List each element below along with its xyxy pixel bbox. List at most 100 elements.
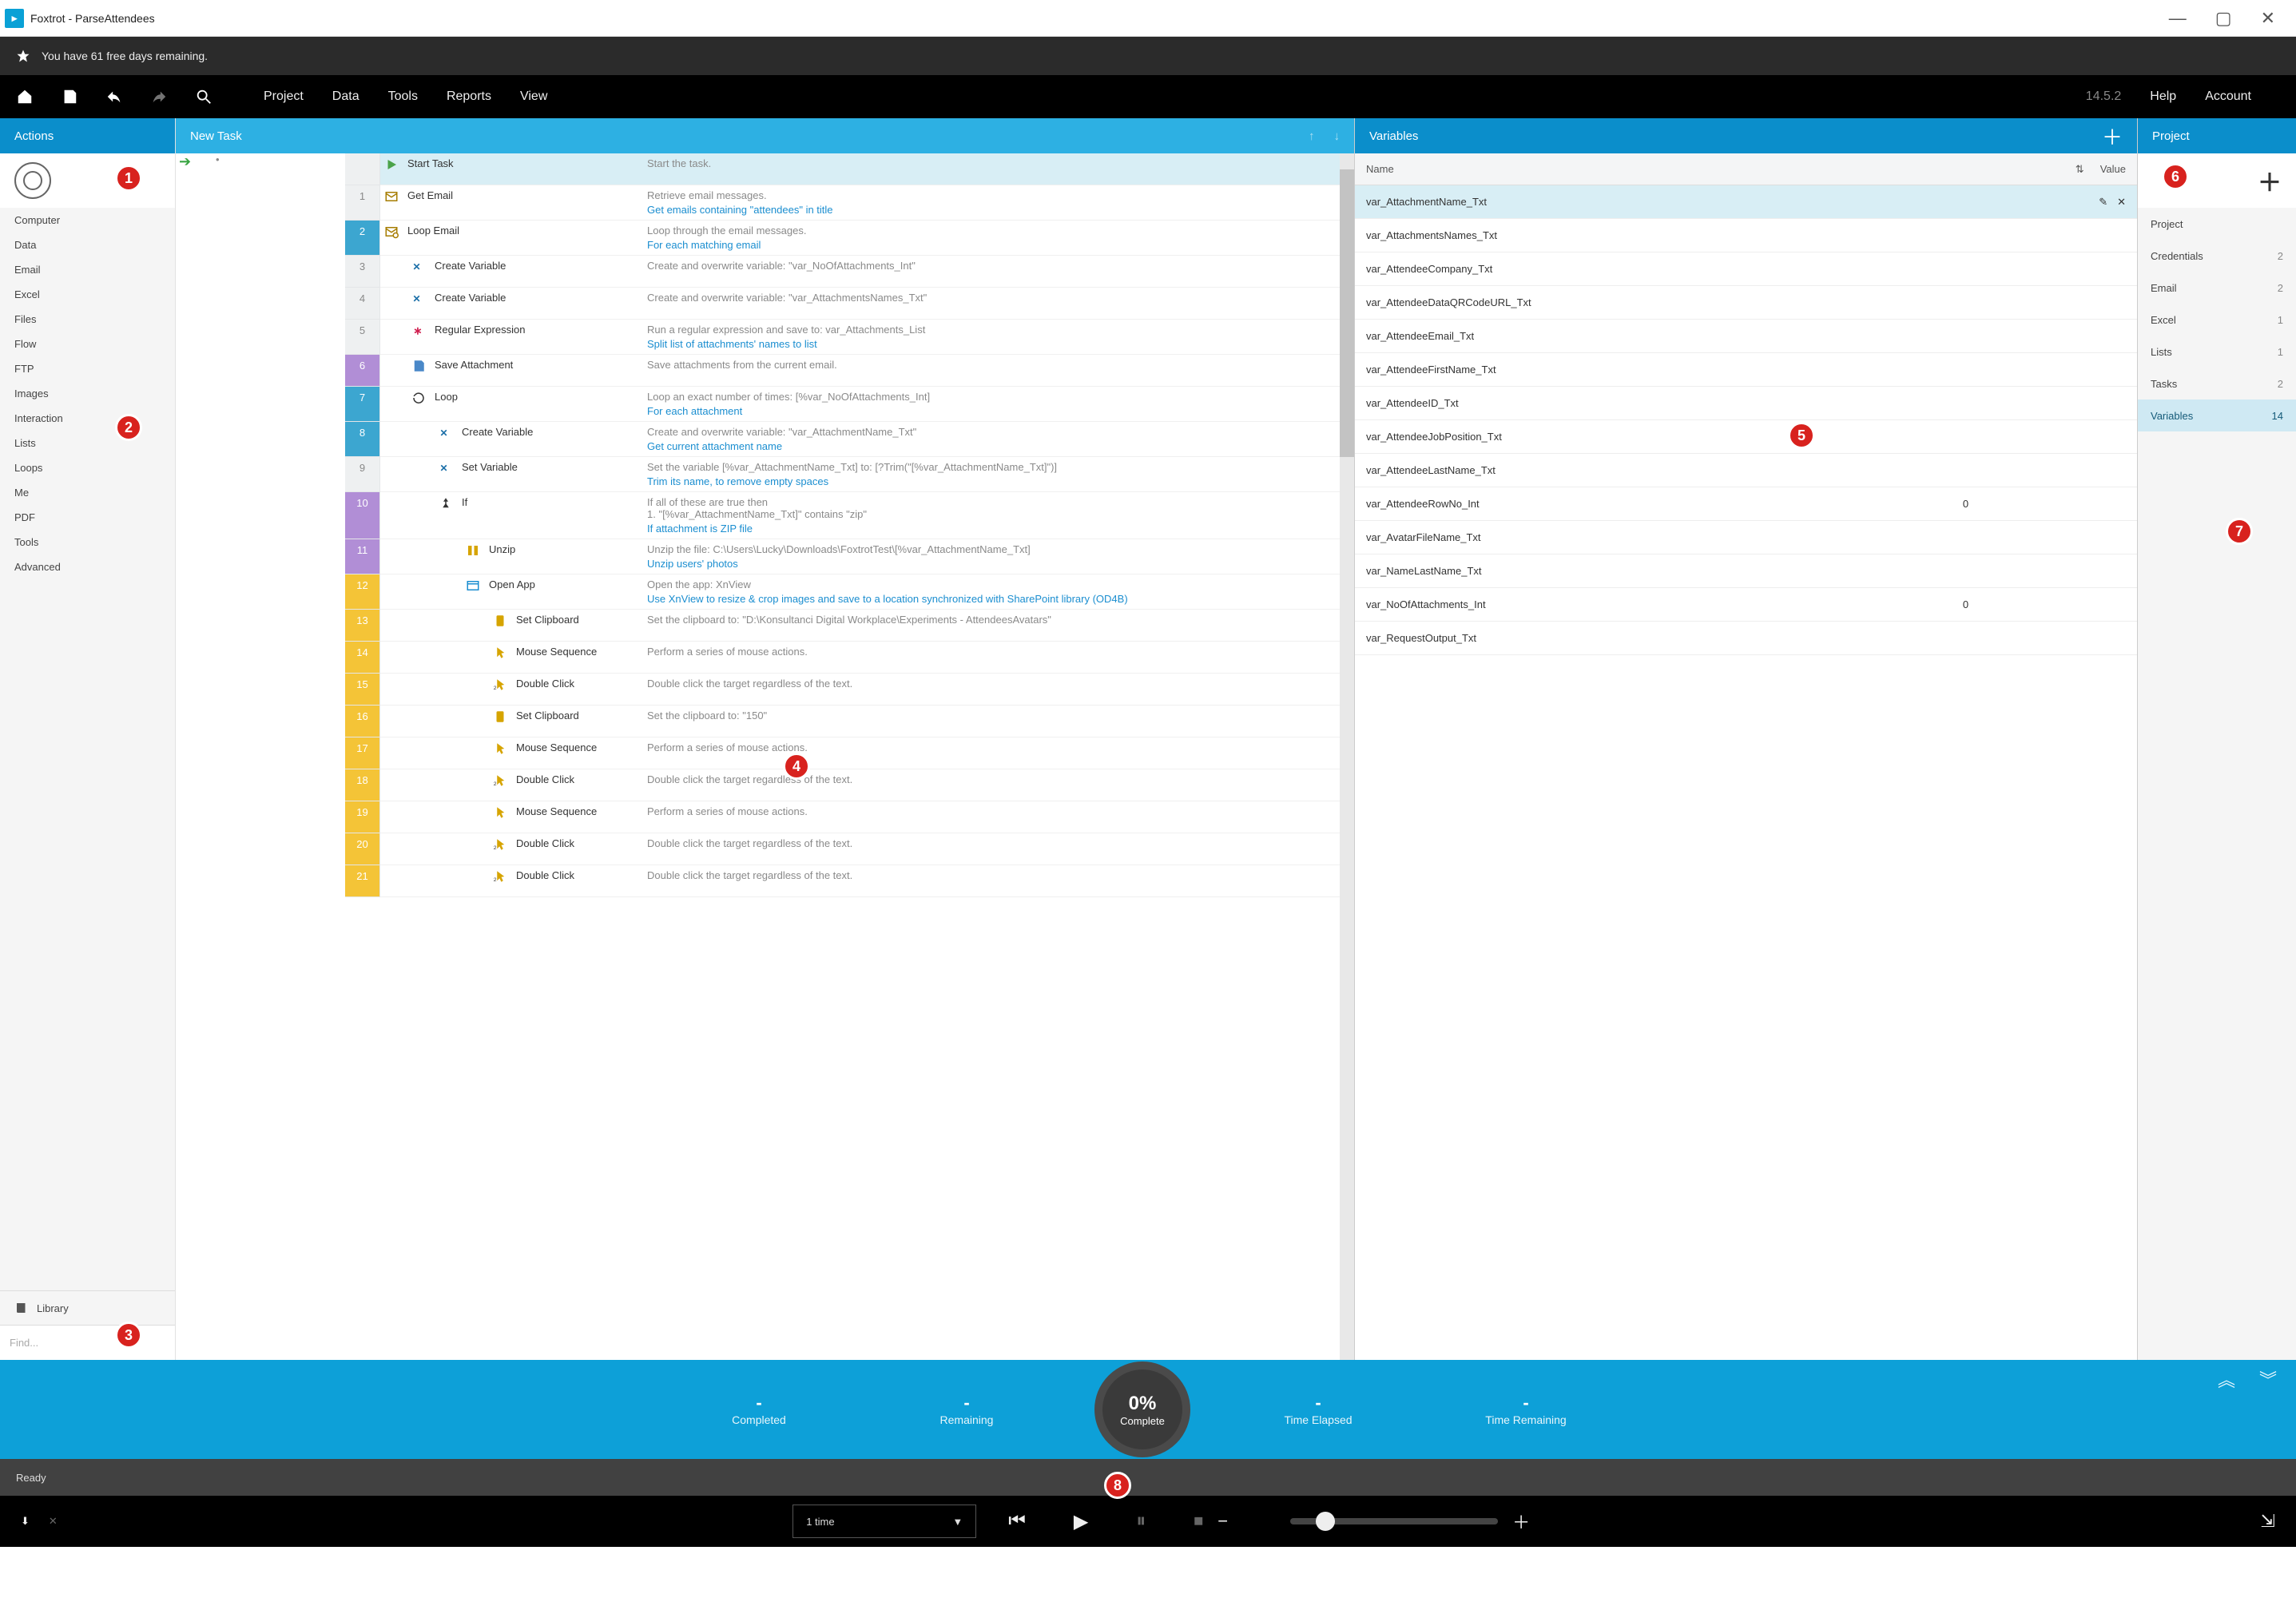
project-item-variables[interactable]: Variables14 [2138, 400, 2296, 431]
search-icon[interactable] [195, 88, 213, 105]
task-step[interactable]: Set Clipboard Set the clipboard to: "D:\… [380, 610, 1354, 642]
task-step[interactable]: ✕ Set Variable Set the variable [%var_At… [380, 457, 1354, 492]
action-category-flow[interactable]: Flow [0, 332, 175, 356]
edit-icon[interactable]: ✎ [2099, 196, 2107, 209]
action-category-interaction[interactable]: Interaction [0, 406, 175, 431]
project-item-lists[interactable]: Lists1 [2138, 336, 2296, 368]
task-step[interactable]: Mouse Sequence Perform a series of mouse… [380, 801, 1354, 833]
variable-row[interactable]: var_NameLastName_Txt [1355, 555, 2137, 588]
save-icon[interactable] [61, 88, 78, 105]
col-value[interactable]: Value [2100, 163, 2126, 175]
menu-reports[interactable]: Reports [447, 89, 491, 103]
home-icon[interactable] [16, 88, 34, 105]
target-button[interactable] [14, 162, 51, 199]
menu-account[interactable]: Account [2205, 89, 2251, 103]
action-category-pdf[interactable]: PDF [0, 505, 175, 530]
speed-minus-icon[interactable]: − [1218, 1511, 1228, 1532]
maximize-icon[interactable]: ▢ [2215, 8, 2232, 29]
variable-row[interactable]: var_AvatarFileName_Txt [1355, 521, 2137, 555]
task-step[interactable]: ✕ Create Variable Create and overwrite v… [380, 288, 1354, 320]
move-down-icon[interactable]: ↓ [1334, 129, 1341, 143]
download-icon[interactable]: ⬇ [21, 1515, 30, 1528]
variable-row[interactable]: var_AttendeeEmail_Txt [1355, 320, 2137, 353]
project-item-excel[interactable]: Excel1 [2138, 304, 2296, 336]
line-number[interactable]: 15 [345, 674, 380, 706]
task-step[interactable]: 2 Double Click Double click the target r… [380, 833, 1354, 865]
action-category-loops[interactable]: Loops [0, 455, 175, 480]
line-number[interactable]: 16 [345, 706, 380, 737]
collapse-down-icon[interactable]: ︾ [2259, 1366, 2277, 1392]
task-step[interactable]: 2 Double Click Double click the target r… [380, 769, 1354, 801]
action-category-excel[interactable]: Excel [0, 282, 175, 307]
task-step[interactable]: 2 Double Click Double click the target r… [380, 674, 1354, 706]
minimize-icon[interactable]: — [2169, 8, 2187, 29]
project-item-credentials[interactable]: Credentials2 [2138, 240, 2296, 272]
task-step[interactable]: Save Attachment Save attachments from th… [380, 355, 1354, 387]
action-category-me[interactable]: Me [0, 480, 175, 505]
menu-view[interactable]: View [520, 89, 547, 103]
menu-tools[interactable]: Tools [388, 89, 418, 103]
variable-row[interactable]: var_NoOfAttachments_Int0 [1355, 588, 2137, 622]
task-step[interactable]: If If all of these are true then1. "[%va… [380, 492, 1354, 539]
sort-icon[interactable]: ⇅ [2076, 163, 2084, 176]
undo-icon[interactable] [105, 88, 123, 105]
variable-row[interactable]: var_AttendeeFirstName_Txt [1355, 353, 2137, 387]
col-name[interactable]: Name [1366, 163, 1805, 175]
action-category-images[interactable]: Images [0, 381, 175, 406]
speed-plus-icon[interactable]: ＋ [1512, 1509, 1530, 1534]
add-project-item-icon[interactable]: ＋ [2258, 163, 2282, 198]
action-category-ftp[interactable]: FTP [0, 356, 175, 381]
task-step[interactable]: Loop Loop an exact number of times: [%va… [380, 387, 1354, 422]
action-category-tools[interactable]: Tools [0, 530, 175, 555]
line-number[interactable]: 13 [345, 610, 380, 642]
task-step[interactable]: Loop Email Loop through the email messag… [380, 221, 1354, 256]
rewind-icon[interactable]: ⏮ [1008, 1510, 1026, 1533]
move-up-icon[interactable]: ↑ [1309, 129, 1315, 143]
line-number[interactable]: 17 [345, 737, 380, 769]
line-number[interactable]: 10 [345, 492, 380, 539]
task-step[interactable]: Set Clipboard Set the clipboard to: "150… [380, 706, 1354, 737]
action-category-lists[interactable]: Lists [0, 431, 175, 455]
variable-row[interactable]: var_AttachmentName_Txt✎✕ [1355, 185, 2137, 219]
action-category-files[interactable]: Files [0, 307, 175, 332]
library-button[interactable]: Library [0, 1290, 175, 1325]
line-number[interactable]: 20 [345, 833, 380, 865]
clear-icon[interactable]: ✕ [49, 1515, 58, 1528]
line-number[interactable]: 21 [345, 865, 380, 897]
task-step[interactable]: ✕ Create Variable Create and overwrite v… [380, 256, 1354, 288]
task-step[interactable]: Mouse Sequence Perform a series of mouse… [380, 642, 1354, 674]
menu-data[interactable]: Data [332, 89, 359, 103]
pause-icon[interactable]: ⏸ [1136, 1510, 1146, 1533]
add-variable-icon[interactable]: ＋ [2102, 121, 2123, 151]
project-item-project[interactable]: Project [2138, 208, 2296, 240]
menu-project[interactable]: Project [264, 89, 304, 103]
line-number[interactable]: 11 [345, 539, 380, 574]
variable-row[interactable]: var_AttendeeRowNo_Int0 [1355, 487, 2137, 521]
stop-icon[interactable]: ⏹ [1194, 1510, 1203, 1533]
variable-row[interactable]: var_AttendeeCompany_Txt [1355, 252, 2137, 286]
project-item-tasks[interactable]: Tasks2 [2138, 368, 2296, 400]
variable-row[interactable]: var_AttachmentsNames_Txt [1355, 219, 2137, 252]
line-number[interactable] [345, 153, 380, 185]
task-step[interactable]: Start Task Start the task. [380, 153, 1354, 185]
line-number[interactable]: 7 [345, 387, 380, 422]
play-icon[interactable]: ▶ [1074, 1510, 1088, 1533]
action-category-computer[interactable]: Computer [0, 208, 175, 233]
close-icon[interactable]: ✕ [2261, 8, 2275, 29]
dock-icon[interactable]: ⇲ [2261, 1511, 2275, 1532]
project-item-email[interactable]: Email2 [2138, 272, 2296, 304]
delete-icon[interactable]: ✕ [2117, 196, 2126, 209]
task-step[interactable]: Get Email Retrieve email messages.Get em… [380, 185, 1354, 221]
collapse-up-icon[interactable]: ︽ [2218, 1366, 2235, 1392]
menu-help[interactable]: Help [2150, 89, 2176, 103]
variable-row[interactable]: var_AttendeeDataQRCodeURL_Txt [1355, 286, 2137, 320]
task-step[interactable]: Open App Open the app: XnViewUse XnView … [380, 574, 1354, 610]
variable-row[interactable]: var_RequestOutput_Txt [1355, 622, 2137, 655]
find-input[interactable]: Find... [0, 1325, 175, 1360]
line-number[interactable]: 14 [345, 642, 380, 674]
task-scrollbar[interactable] [1340, 153, 1354, 1360]
action-category-advanced[interactable]: Advanced [0, 555, 175, 579]
line-number[interactable]: 4 [345, 288, 380, 320]
variable-row[interactable]: var_AttendeeLastName_Txt [1355, 454, 2137, 487]
action-category-email[interactable]: Email [0, 257, 175, 282]
